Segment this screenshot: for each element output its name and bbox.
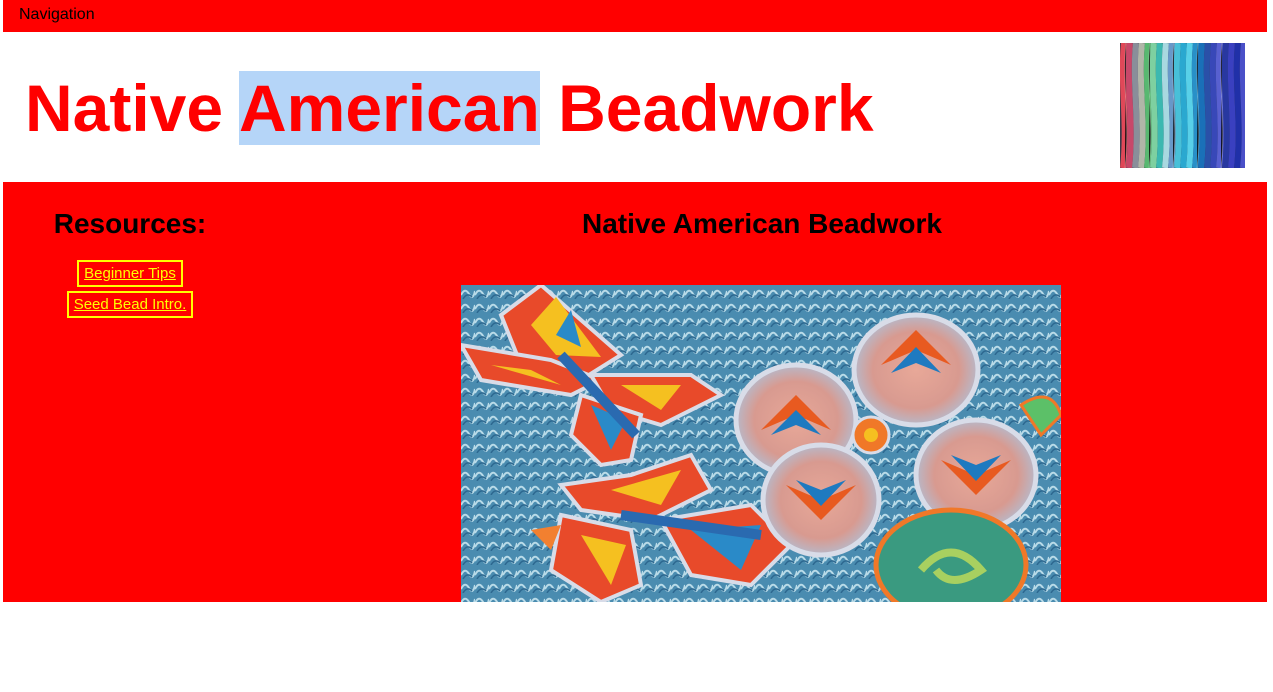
site-title: Native American Beadwork xyxy=(25,70,874,146)
header: Native American Beadwork xyxy=(3,32,1267,182)
navigation-label[interactable]: Navigation xyxy=(19,6,95,24)
title-part-2: Beadwork xyxy=(539,71,874,145)
resources-link-list: Beginner Tips Seed Bead Intro. xyxy=(3,260,257,322)
link-beginner-tips[interactable]: Beginner Tips xyxy=(77,260,183,287)
title-highlighted-word: American xyxy=(238,71,540,145)
beadwork-photo xyxy=(461,285,1061,602)
thread-spools-image xyxy=(1120,43,1245,168)
main-section: Resources: Beginner Tips Seed Bead Intro… xyxy=(3,182,1267,602)
navigation-bar: Navigation xyxy=(3,0,1267,32)
content-heading: Native American Beadwork xyxy=(582,208,942,239)
title-part-1: Native xyxy=(25,71,239,145)
resources-heading: Resources: xyxy=(53,208,207,239)
link-seed-bead-intro[interactable]: Seed Bead Intro. xyxy=(66,291,194,318)
